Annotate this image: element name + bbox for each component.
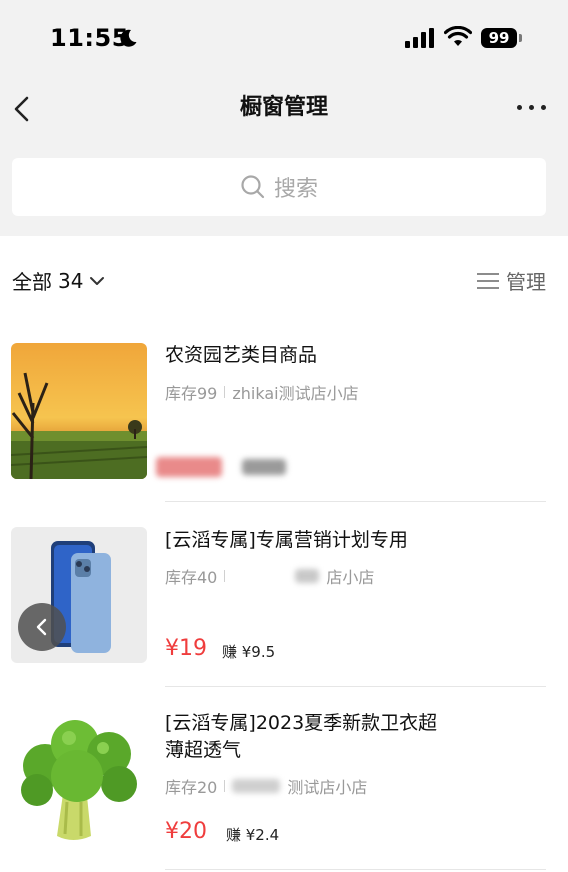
- manage-label: 管理: [506, 270, 546, 294]
- product-image-farmland: [11, 343, 147, 479]
- product-shop: zhikai测试店小店: [232, 384, 359, 403]
- chevron-left-icon: [36, 618, 47, 636]
- list-icon: [477, 272, 499, 289]
- battery-cap: [519, 34, 522, 42]
- divider: [165, 869, 546, 870]
- product-earn: 赚 ¥9.5: [222, 643, 276, 661]
- battery-icon: 99: [481, 28, 517, 48]
- category-filter-dropdown[interactable]: 全部 34: [12, 266, 105, 295]
- product-stock: 库存99: [165, 384, 218, 403]
- filter-label: 全部: [12, 270, 52, 294]
- filter-count: 34: [58, 268, 84, 293]
- product-name: [云滔专属]专属营销计划专用: [165, 529, 408, 551]
- chevron-down-icon: [90, 276, 105, 285]
- product-shop: 测试店小店: [287, 778, 368, 797]
- divider: [165, 501, 546, 502]
- earn-redacted: [242, 459, 286, 475]
- price-redacted: [156, 457, 222, 477]
- search-icon: [241, 175, 265, 199]
- page-title: 橱窗管理: [239, 95, 328, 120]
- product-stock: 库存40: [165, 568, 218, 587]
- product-meta: 库存99 zhikai测试店小店: [165, 380, 359, 404]
- product-price: ¥20: [165, 819, 207, 844]
- product-stock: 库存20: [165, 778, 218, 797]
- product-name: [云滔专属]2023夏季新款卫衣超薄超透气: [165, 712, 438, 761]
- moon-icon: [120, 29, 137, 47]
- product-meta: 库存40 店小店: [165, 564, 374, 588]
- divider: [165, 686, 546, 687]
- manage-button[interactable]: 管理: [476, 266, 546, 295]
- product-image-broccoli: [11, 710, 147, 846]
- status-bar: 11:55 99: [0, 0, 568, 76]
- previous-button[interactable]: [18, 603, 66, 651]
- wifi-icon: [444, 26, 472, 46]
- more-options-button[interactable]: [514, 100, 550, 116]
- product-shop: 店小店: [326, 568, 375, 587]
- product-earn: 赚 ¥2.4: [226, 826, 280, 844]
- cellular-signal-icon: [405, 28, 434, 48]
- product-meta: 库存20 测试店小店: [165, 774, 367, 798]
- search-placeholder: 搜索: [273, 177, 318, 202]
- product-price: ¥19: [165, 636, 207, 661]
- back-button[interactable]: [10, 92, 34, 126]
- search-box[interactable]: 搜索: [12, 158, 546, 216]
- product-name: 农资园艺类目商品: [165, 344, 318, 366]
